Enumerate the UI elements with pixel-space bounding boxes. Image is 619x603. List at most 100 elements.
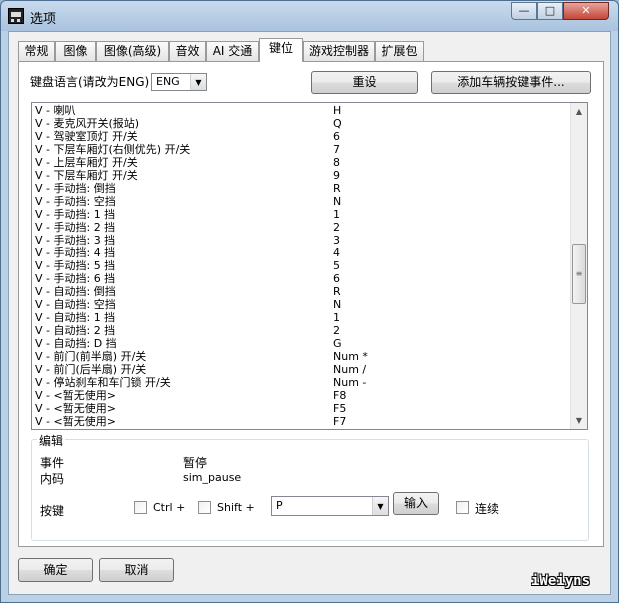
shift-checkbox[interactable]	[198, 501, 211, 514]
key-binding-row[interactable]: V - 驾驶室顶灯 开/关 6	[32, 130, 570, 143]
key-binding-row[interactable]: V - 自动挡: 空挡 N	[32, 298, 570, 311]
title-bar[interactable]: 选项 — □ ✕	[1, 1, 618, 31]
key-binding-row[interactable]: V - 下层车厢灯 开/关 9	[32, 169, 570, 182]
scroll-down-icon[interactable]: ▼	[571, 412, 587, 429]
scroll-thumb[interactable]: ≡	[572, 244, 586, 304]
key-binding-name: V - 手动挡: 空挡	[35, 194, 116, 208]
tab-general[interactable]: 常规	[18, 41, 55, 61]
key-binding-row[interactable]: V - 手动挡: 2 挡 2	[32, 221, 570, 234]
key-binding-key: H	[333, 104, 342, 117]
key-select[interactable]: P ▼	[271, 496, 389, 516]
cancel-button[interactable]: 取消	[99, 558, 174, 582]
key-binding-key: Num *	[333, 350, 368, 364]
key-binding-key: Num /	[333, 363, 367, 376]
key-binding-name: V - 下层车厢灯 开/关	[35, 168, 138, 182]
key-binding-name: V - 喇叭	[35, 104, 76, 117]
key-label: 按键	[40, 504, 65, 518]
key-binding-row[interactable]: V - 停站刹车和车门锁 开/关 Num -	[32, 376, 570, 389]
key-binding-key: 3	[333, 233, 340, 247]
key-binding-key: 8	[333, 155, 340, 169]
ok-button[interactable]: 确定	[18, 558, 93, 582]
shift-label: Shift +	[217, 501, 255, 514]
key-binding-key: F5	[333, 401, 347, 415]
key-binding-row[interactable]: V - 手动挡: 5 挡 5	[32, 259, 570, 272]
reset-button[interactable]: 重设	[311, 71, 418, 94]
tab-graphics-advanced[interactable]: 图像(高级)	[96, 41, 169, 61]
key-binding-key: 6	[333, 272, 340, 286]
edit-group-title: 编辑	[37, 432, 66, 449]
key-binding-name: V - 手动挡: 2 挡	[35, 220, 116, 234]
list-scrollbar[interactable]: ▲ ≡ ▼	[570, 103, 587, 429]
key-bindings-list[interactable]: V - 喇叭 H V - 麦克风开关(报站) Q V - 驾驶室顶灯 开/关 6 V - 下…	[31, 102, 588, 430]
key-binding-key: R	[333, 285, 341, 299]
key-binding-name: V - <暂无使用>	[35, 414, 116, 428]
key-binding-key: 7	[333, 142, 340, 156]
key-binding-name: V - 下层车厢灯(右侧优先) 开/关	[35, 142, 191, 156]
key-binding-name: V - 手动挡: 倒挡	[35, 181, 116, 195]
key-select-value: P	[276, 499, 283, 512]
keyboard-language-select[interactable]: ENG ▼	[151, 73, 207, 91]
keys-panel: 键盘语言(请改为ENG) ENG ▼ 重设 添加车辆按键事件... V - 喇叭…	[18, 61, 604, 547]
key-binding-row[interactable]: V - 手动挡: 3 挡 3	[32, 234, 570, 247]
key-binding-name: V - 停站刹车和车门锁 开/关	[35, 375, 171, 389]
event-label: 事件	[40, 456, 65, 470]
key-binding-row[interactable]: V - <暂无使用> F7	[32, 415, 570, 428]
key-binding-name: V - 手动挡: 5 挡	[35, 259, 116, 273]
key-binding-name: V - 驾驶室顶灯 开/关	[35, 129, 138, 143]
key-binding-row[interactable]: V - <暂无使用> F8	[32, 389, 570, 402]
key-binding-name: V - 麦克风开关(报站)	[35, 116, 140, 130]
key-binding-name: V - 前门(前半扇) 开/关	[35, 350, 147, 364]
tab-graphics[interactable]: 图像	[55, 41, 96, 61]
key-binding-row[interactable]: V - 手动挡: 6 挡 6	[32, 272, 570, 285]
key-binding-row[interactable]: V - 自动挡: 1 挡 1	[32, 311, 570, 324]
key-binding-key: 2	[333, 220, 340, 234]
tab-game-controllers[interactable]: 游戏控制器	[303, 41, 375, 61]
key-binding-row[interactable]: V - 自动挡: 2 挡 2	[32, 324, 570, 337]
add-vehicle-key-event-button[interactable]: 添加车辆按键事件...	[431, 71, 591, 94]
key-binding-key: 9	[333, 168, 340, 182]
key-binding-row[interactable]: V - 手动挡: 空挡 N	[32, 195, 570, 208]
event-value: 暂停	[183, 456, 208, 470]
tab-ai-traffic[interactable]: AI 交通	[206, 41, 259, 61]
edit-group: 编辑 事件 暂停 内码 sim_pause 按键 Ctrl + Shift + …	[31, 432, 589, 541]
key-binding-row[interactable]: V - 前门(后半扇) 开/关 Num /	[32, 363, 570, 376]
key-binding-name: V - 自动挡: 1 挡	[35, 311, 116, 325]
maximize-button[interactable]: □	[537, 2, 563, 20]
key-binding-key: N	[333, 194, 342, 208]
key-binding-row[interactable]: V - 麦克风开关(报站) Q	[32, 117, 570, 130]
dialog-client-area: 常规 图像 图像(高级) 音效 AI 交通 键位 游戏控制器 扩展包 键盘语言(…	[8, 31, 611, 595]
key-binding-row[interactable]: V - <暂无使用> F5	[32, 402, 570, 415]
key-binding-name: V - 自动挡: D 挡	[35, 337, 117, 351]
key-binding-row[interactable]: V - 前门(前半扇) 开/关 Num *	[32, 350, 570, 363]
key-binding-row[interactable]: V - 自动挡: D 挡 G	[32, 337, 570, 350]
key-binding-row[interactable]: V - 自动挡: 倒挡 R	[32, 285, 570, 298]
input-key-button[interactable]: 输入	[393, 492, 439, 515]
key-binding-row[interactable]: V - 喇叭 H	[32, 104, 570, 117]
chevron-down-icon: ▼	[372, 497, 388, 515]
scroll-up-icon[interactable]: ▲	[571, 103, 587, 120]
tab-sound[interactable]: 音效	[169, 41, 206, 61]
ctrl-checkbox[interactable]	[134, 501, 147, 514]
ctrl-label: Ctrl +	[153, 501, 186, 514]
key-binding-key: N	[333, 298, 342, 312]
window-title: 选项	[30, 12, 57, 27]
keyboard-language-label: 键盘语言(请改为ENG)	[30, 75, 150, 89]
key-binding-key: 6	[333, 129, 340, 143]
key-binding-row[interactable]: V - 手动挡: 4 挡 4	[32, 246, 570, 259]
minimize-button[interactable]: —	[511, 2, 537, 20]
key-binding-name: V - 手动挡: 4 挡	[35, 246, 116, 260]
key-binding-name: V - 自动挡: 倒挡	[35, 285, 116, 299]
key-binding-row[interactable]: V - 手动挡: 倒挡 R	[32, 182, 570, 195]
key-binding-row[interactable]: V - 下层车厢灯(右侧优先) 开/关 7	[32, 143, 570, 156]
keyboard-language-value: ENG	[156, 75, 180, 88]
key-binding-row[interactable]: V - 手动挡: 1 挡 1	[32, 208, 570, 221]
key-binding-name: V - <暂无使用>	[35, 401, 116, 415]
close-button[interactable]: ✕	[563, 2, 609, 20]
watermark-text: iWeiyns	[531, 573, 591, 589]
key-binding-row[interactable]: V - 上层车厢灯 开/关 8	[32, 156, 570, 169]
key-binding-name: V - 自动挡: 2 挡	[35, 324, 116, 338]
continuous-checkbox[interactable]	[456, 501, 469, 514]
key-binding-key: R	[333, 181, 341, 195]
tab-keys[interactable]: 键位	[259, 38, 303, 62]
tab-addons[interactable]: 扩展包	[375, 41, 424, 61]
